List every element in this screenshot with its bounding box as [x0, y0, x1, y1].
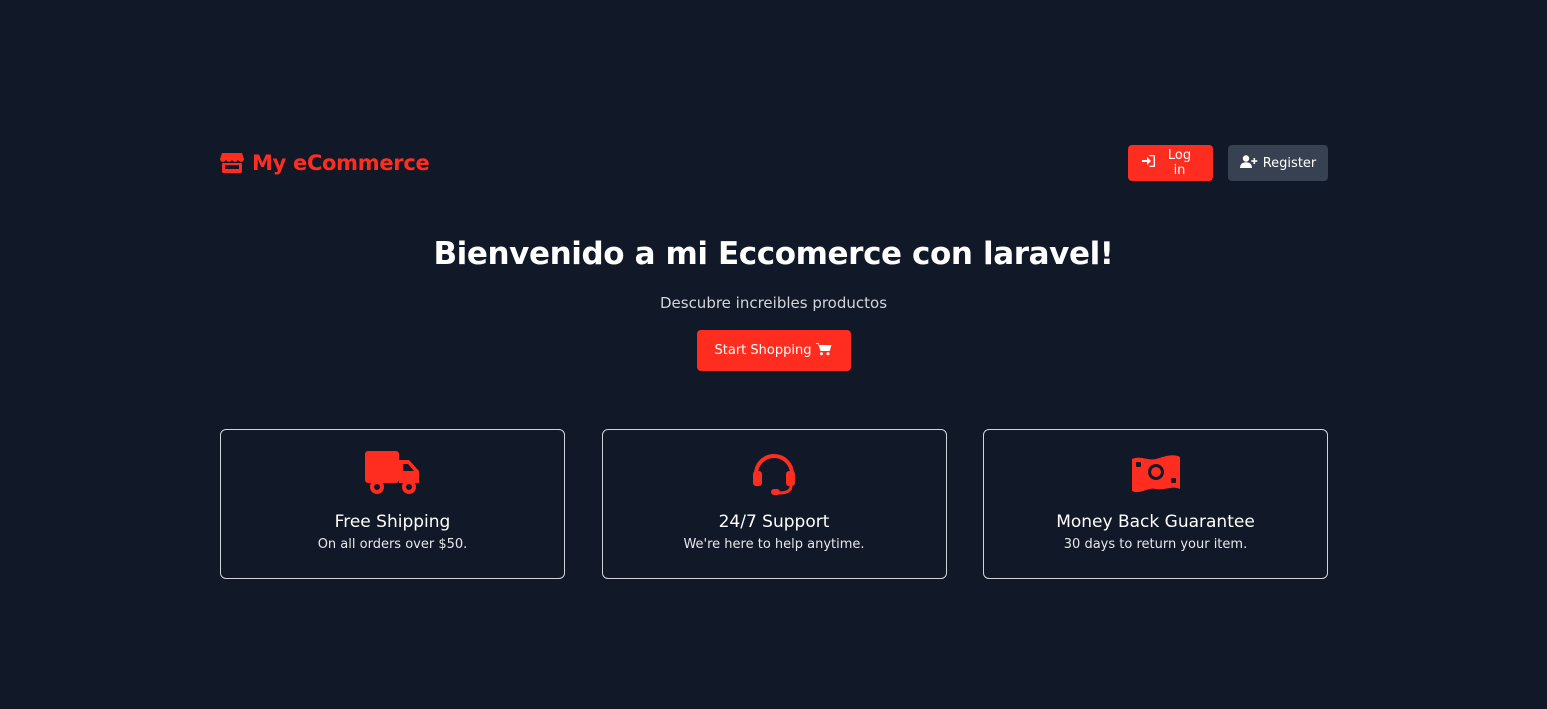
- header: My eCommerce Log in Register: [220, 145, 1328, 181]
- register-label: Register: [1262, 155, 1317, 171]
- feature-description: 30 days to return your item.: [1063, 537, 1248, 552]
- start-shopping-button[interactable]: Start Shopping: [696, 330, 851, 371]
- register-button[interactable]: Register: [1228, 145, 1328, 181]
- welcome-page: My eCommerce Log in Register Bienvenido …: [0, 0, 1547, 709]
- hero-title: Bienvenido a mi Eccomerce con laravel!: [433, 236, 1114, 272]
- login-button[interactable]: Log in: [1128, 145, 1213, 181]
- feature-title: 24/7 Support: [718, 512, 830, 532]
- sign-in-icon: [1142, 155, 1155, 171]
- feature-card-support: 24/7 Support We're here to help anytime.: [601, 429, 947, 579]
- feature-card-shipping: Free Shipping On all orders over $50.: [220, 429, 565, 579]
- feature-description: On all orders over $50.: [317, 537, 468, 552]
- headset-icon: [751, 450, 797, 496]
- hero-subtitle: Descubre increibles productos: [659, 294, 888, 312]
- cart-icon: [816, 342, 832, 360]
- truck-icon: [364, 450, 421, 496]
- brand-link[interactable]: My eCommerce: [220, 151, 430, 175]
- money-bill-icon: [1131, 450, 1181, 496]
- feature-title: Money Back Guarantee: [1056, 512, 1255, 532]
- cta-label: Start Shopping: [714, 343, 812, 358]
- feature-description: We're here to help anytime.: [683, 537, 865, 552]
- cta-wrapper: Start Shopping: [0, 330, 1547, 371]
- brand-name: My eCommerce: [252, 151, 430, 175]
- features: Free Shipping On all orders over $50. 24…: [220, 429, 1328, 579]
- auth-nav: Log in Register: [1128, 145, 1328, 181]
- feature-title: Free Shipping: [334, 512, 451, 532]
- login-label: Log in: [1167, 148, 1192, 178]
- user-plus-icon: [1239, 154, 1258, 172]
- hero: Bienvenido a mi Eccomerce con laravel! D…: [0, 236, 1547, 371]
- store-icon: [220, 152, 244, 174]
- feature-card-guarantee: Money Back Guarantee 30 days to return y…: [983, 429, 1328, 579]
